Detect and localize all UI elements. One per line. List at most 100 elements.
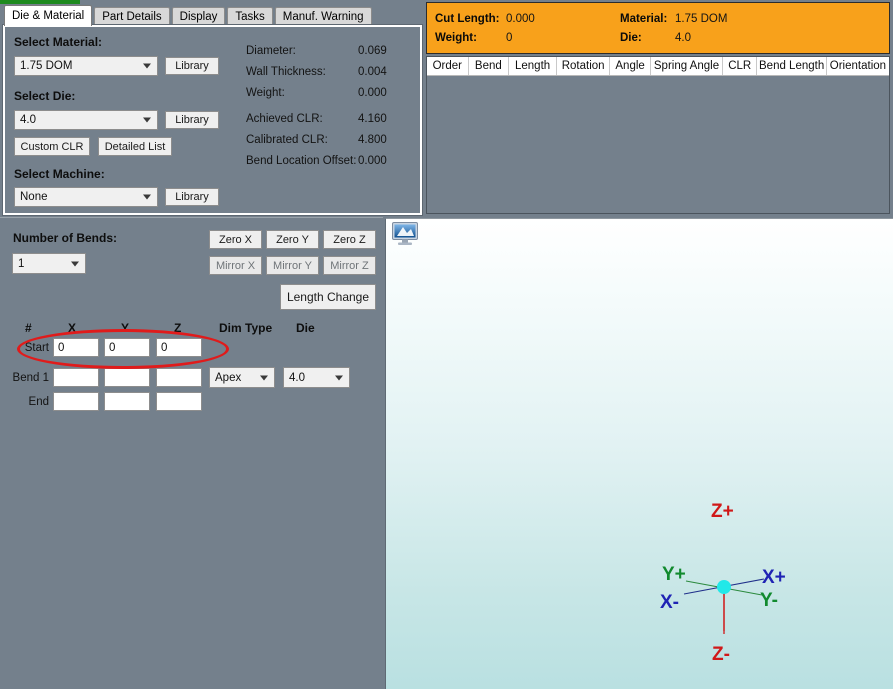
bend1-die-select[interactable]: 4.0 [283,367,350,388]
die-library-button[interactable]: Library [165,111,219,129]
column-header-orientation[interactable]: Orientation [827,57,889,75]
length-change-button[interactable]: Length Change [280,284,376,310]
die-material-panel: Select Material: 1.75 DOM Library Select… [3,25,422,215]
row-label-end: End [0,396,49,408]
die-label: Die: [620,32,642,44]
detailed-list-button[interactable]: Detailed List [98,137,172,156]
tab-label: Display [180,11,218,23]
tab-label: Die & Material [12,10,84,22]
button-label: Mirror Y [273,260,312,272]
column-header-dim-type: Dim Type [219,321,272,335]
tab-label: Manuf. Warning [283,11,364,23]
chevron-down-icon [143,118,151,123]
tab-part-details[interactable]: Part Details [94,7,169,26]
end-x-input[interactable] [53,392,99,411]
column-header-angle[interactable]: Angle [610,57,651,75]
button-label: Library [175,191,209,203]
tab-bar: Die & Material Part Details Display Task… [0,4,425,26]
calibrated-clr-label: Calibrated CLR: [246,134,328,146]
button-label: Length Change [287,290,369,304]
chevron-down-icon [71,261,79,266]
button-label: Mirror X [216,260,255,272]
chevron-down-icon [143,64,151,69]
mirror-z-button[interactable]: Mirror Z [323,256,376,275]
button-label: Mirror Z [330,260,369,272]
tab-label: Tasks [235,11,264,23]
cut-length-value: 0.000 [506,13,535,25]
axis-label-x-plus: X+ [762,567,786,589]
weight-label: Weight: [246,87,285,99]
column-header-y: Y [121,321,129,335]
tab-die-and-material[interactable]: Die & Material [4,5,92,26]
button-label: Library [175,114,209,126]
column-header-bend[interactable]: Bend [469,57,510,75]
bend1-dim-type-value: Apex [215,372,241,384]
material-select-value: 1.75 DOM [20,60,72,72]
number-of-bends-select[interactable]: 1 [12,253,86,274]
column-header-x: X [68,321,76,335]
column-header-clr[interactable]: CLR [723,57,757,75]
weight-value: 0 [506,32,512,44]
zero-z-button[interactable]: Zero Z [323,230,376,249]
end-z-input[interactable] [156,392,202,411]
achieved-clr-label: Achieved CLR: [246,113,323,125]
chevron-down-icon [335,375,343,380]
select-die-label: Select Die: [14,89,75,103]
bend-grid-header: Order Bend Length Rotation Angle Spring … [427,57,889,76]
diameter-value: 0.069 [358,45,387,57]
bend1-dim-type-select[interactable]: Apex [209,367,275,388]
bend-location-offset-label: Bend Location Offset: [246,155,356,167]
calibrated-clr-value: 4.800 [358,134,387,146]
column-header-length[interactable]: Length [509,57,557,75]
start-z-input[interactable]: 0 [156,338,202,357]
bend1-x-input[interactable] [53,368,99,387]
die-select[interactable]: 4.0 [14,110,158,130]
wall-thickness-label: Wall Thickness: [246,66,326,78]
cut-length-label: Cut Length: [435,13,500,25]
button-label: Zero Y [276,234,309,246]
bend1-y-input[interactable] [104,368,150,387]
axis-label-y-plus: Y+ [662,564,686,586]
start-x-input[interactable]: 0 [53,338,99,357]
start-y-input[interactable]: 0 [104,338,150,357]
mirror-x-button[interactable]: Mirror X [209,256,262,275]
row-label-start: Start [0,342,49,354]
material-select[interactable]: 1.75 DOM [14,56,158,76]
weight-value: 0.000 [358,87,387,99]
bend-grid: Order Bend Length Rotation Angle Spring … [426,56,890,214]
machine-library-button[interactable]: Library [165,188,219,206]
machine-select[interactable]: None [14,187,158,207]
tab-tasks[interactable]: Tasks [227,7,272,26]
zero-x-button[interactable]: Zero X [209,230,262,249]
axis-label-z-minus: Z- [712,644,730,666]
tab-manuf-warning[interactable]: Manuf. Warning [275,7,372,26]
die-select-value: 4.0 [20,114,36,126]
column-header-number: # [25,321,32,335]
row-label-bend-1: Bend 1 [0,372,49,384]
tab-display[interactable]: Display [172,7,226,26]
bend-grid-body[interactable] [427,76,889,213]
custom-clr-button[interactable]: Custom CLR [14,137,90,156]
button-label: Zero X [219,234,252,246]
mirror-y-button[interactable]: Mirror Y [266,256,319,275]
diameter-label: Diameter: [246,45,296,57]
chevron-down-icon [260,375,268,380]
end-y-input[interactable] [104,392,150,411]
bend1-z-input[interactable] [156,368,202,387]
number-of-bends-label: Number of Bends: [13,231,117,245]
column-header-bend-length[interactable]: Bend Length [757,57,826,75]
tab-label: Part Details [102,11,161,23]
column-header-rotation[interactable]: Rotation [557,57,610,75]
axis-label-y-minus: Y- [760,590,778,612]
material-library-button[interactable]: Library [165,57,219,75]
zero-y-button[interactable]: Zero Y [266,230,319,249]
select-machine-label: Select Machine: [14,167,105,181]
button-label: Detailed List [105,141,166,153]
material-label: Material: [620,13,667,25]
bends-panel: Number of Bends: 1 Zero X Zero Y Zero Z … [0,217,383,689]
3d-viewport[interactable]: Z+ Z- X+ X- Y+ Y- [385,218,893,689]
machine-select-value: None [20,191,48,203]
weight-label: Weight: [435,32,477,44]
column-header-order[interactable]: Order [427,57,469,75]
column-header-spring-angle[interactable]: Spring Angle [651,57,723,75]
